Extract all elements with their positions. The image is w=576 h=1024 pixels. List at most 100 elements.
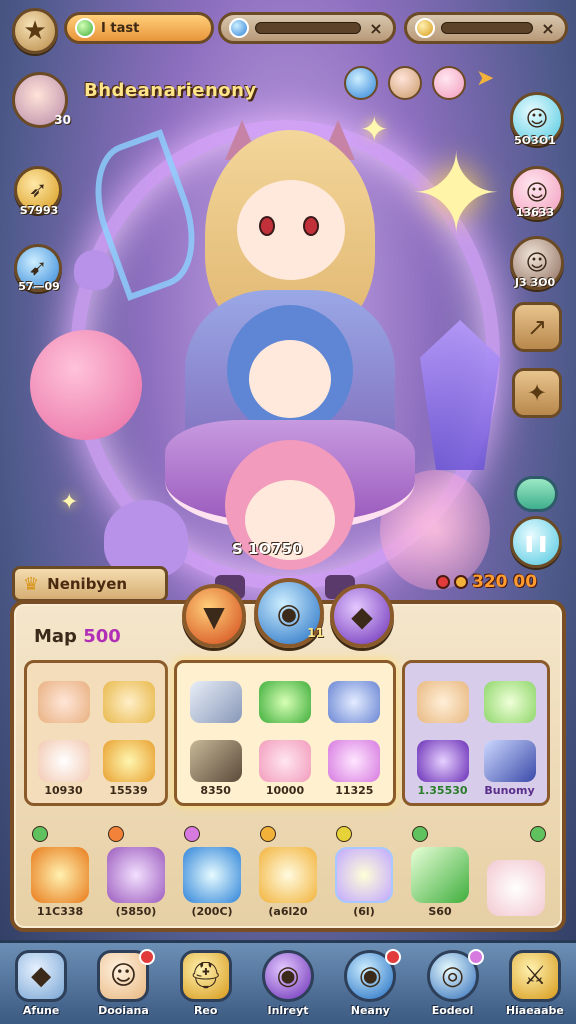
hero-characters[interactable] xyxy=(165,120,415,600)
white-cat-icon xyxy=(37,740,90,782)
bottom-nav: ◆ Afune ☺ Dooiana ⛑ Reo ◉ Inlreyt ◉ Nean… xyxy=(0,940,576,1024)
tab-water[interactable]: ◉ 11 xyxy=(254,578,324,648)
reward-row: 11C338 (5850) (200C) (a6l20 (6l) S60 xyxy=(24,822,552,918)
reward-item[interactable]: (a6l20 xyxy=(252,822,324,918)
crystal-orb-icon[interactable] xyxy=(344,66,378,100)
cat-girl-icon xyxy=(416,680,469,723)
nav-item-hiaeaabe[interactable]: ⚔ Hiaeaabe xyxy=(494,943,576,1024)
reward-item[interactable]: (6l) xyxy=(328,822,400,918)
item-value: 15539 xyxy=(109,784,148,797)
star-burst-icon: ✦ xyxy=(410,130,503,258)
left-value-1: S7993 xyxy=(19,204,59,217)
notification-badge xyxy=(385,949,402,965)
reward-item[interactable]: (200C) xyxy=(176,822,248,918)
nav-item-reo[interactable]: ⛑ Reo xyxy=(165,943,247,1024)
resource-1-text: I tast xyxy=(101,20,140,36)
golden-sword-icon: ⚔ xyxy=(508,950,561,1002)
inventory-item[interactable]: 1.35530 xyxy=(411,729,474,797)
blue-crystal-icon xyxy=(229,18,249,38)
inventory-item[interactable] xyxy=(252,669,317,725)
map-title: Map 500 xyxy=(34,626,121,647)
reward-value: S60 xyxy=(428,905,452,918)
skill-button[interactable]: ✦ xyxy=(512,368,562,418)
reward-value: (a6l20 xyxy=(268,905,308,918)
sparkle-icon: ✦ xyxy=(526,379,548,407)
light-burst-icon xyxy=(259,847,317,903)
purple-orb-icon: ◉ xyxy=(261,950,314,1002)
inventory-item[interactable] xyxy=(33,669,94,725)
right-value-2: 13633 xyxy=(515,206,555,219)
gem-toggle-button[interactable] xyxy=(514,476,558,512)
gold-slash-icon xyxy=(102,740,155,782)
item-value: 1.35530 xyxy=(417,784,468,797)
player-avatar[interactable]: 30 xyxy=(12,72,71,128)
tab-arcane[interactable]: ◆ xyxy=(330,584,394,648)
pause-icon: ❚❚ xyxy=(522,532,550,552)
resource-2-bar xyxy=(255,22,361,34)
green-blade-icon xyxy=(258,680,311,723)
player-name: Bhdeanarienony xyxy=(84,80,257,101)
ice-burst-icon xyxy=(183,847,241,903)
tab-fire[interactable]: ▼ xyxy=(182,584,246,648)
inventory-item[interactable] xyxy=(183,669,248,725)
close-icon[interactable]: × xyxy=(367,19,385,38)
pause-button[interactable]: ❚❚ xyxy=(510,516,562,568)
star-arrow-icon[interactable]: ➤ xyxy=(476,66,494,100)
nav-item-dooiana[interactable]: ☺ Dooiana xyxy=(82,943,164,1024)
notification-badge xyxy=(138,949,155,965)
yellow-badge-icon xyxy=(336,826,352,842)
star-burst-icon xyxy=(335,847,393,903)
purple-swirl-icon xyxy=(416,740,469,782)
nav-item-neany[interactable]: ◉ Neany xyxy=(329,943,411,1024)
reward-value: 11C338 xyxy=(36,905,84,918)
inventory-item[interactable] xyxy=(322,669,387,725)
hero-portrait-icon[interactable] xyxy=(388,66,422,100)
inventory-item[interactable]: Bunomy xyxy=(478,729,541,797)
inventory-item[interactable]: 15539 xyxy=(98,729,159,797)
pink-vortex-icon xyxy=(328,740,381,782)
pink-pet-icon[interactable] xyxy=(432,66,466,100)
inventory-item[interactable]: 10930 xyxy=(33,729,94,797)
crown-icon: ♛ xyxy=(23,573,40,595)
inventory-item[interactable] xyxy=(478,669,541,725)
nav-label: Dooiana xyxy=(98,1004,149,1017)
guild-banner[interactable]: ♛ Nenibyen xyxy=(12,566,168,602)
green-spear-icon xyxy=(411,847,469,903)
helmet-icon: ⛑ xyxy=(179,950,232,1002)
gold-coin-icon xyxy=(454,575,468,589)
pink-cat-pet[interactable] xyxy=(30,330,142,440)
green-badge-icon xyxy=(412,826,428,842)
level-badge: 30 xyxy=(54,113,71,127)
feather-icon: ➶ xyxy=(28,177,48,203)
star-menu-button[interactable]: ★ xyxy=(12,8,58,54)
nav-item-inlreyt[interactable]: ◉ Inlreyt xyxy=(247,943,329,1024)
resource-pill-1[interactable]: I tast xyxy=(64,12,214,44)
star-icon: ★ xyxy=(23,16,47,46)
reward-item[interactable]: S60 xyxy=(404,822,476,918)
purple-slime-pet[interactable] xyxy=(74,250,114,290)
reward-item[interactable] xyxy=(480,822,552,918)
reward-value: (5850) xyxy=(115,905,157,918)
inventory-item[interactable]: 10000 xyxy=(252,729,317,797)
nav-item-afune[interactable]: ◆ Afune xyxy=(0,943,82,1024)
arrow-icon: ➹ xyxy=(28,255,48,281)
orange-badge-icon xyxy=(108,826,124,842)
left-value-2: 57—09 xyxy=(18,280,60,293)
inventory-item[interactable]: 8350 xyxy=(183,729,248,797)
hero-portrait-icon: ☺ xyxy=(525,180,549,206)
arcane-gem-icon: ◆ xyxy=(351,599,373,633)
inventory-item[interactable] xyxy=(411,669,474,725)
upgrade-arrow-button[interactable]: ↗ xyxy=(512,302,562,352)
item-value: 10930 xyxy=(44,784,83,797)
green-badge-icon xyxy=(32,826,48,842)
inventory-item[interactable] xyxy=(98,669,159,725)
resource-pill-3[interactable]: × xyxy=(404,12,568,44)
fire-crest-icon: ▼ xyxy=(203,599,225,633)
close-icon[interactable]: × xyxy=(539,19,557,38)
reward-item[interactable]: 11C338 xyxy=(24,822,96,918)
nav-item-eodeol[interactable]: ◎ Eodeol xyxy=(411,943,493,1024)
inventory-item[interactable]: 11325 xyxy=(322,729,387,797)
resource-pill-2[interactable]: × xyxy=(218,12,396,44)
water-orb-icon: ◉ xyxy=(276,596,302,630)
reward-item[interactable]: (5850) xyxy=(100,822,172,918)
